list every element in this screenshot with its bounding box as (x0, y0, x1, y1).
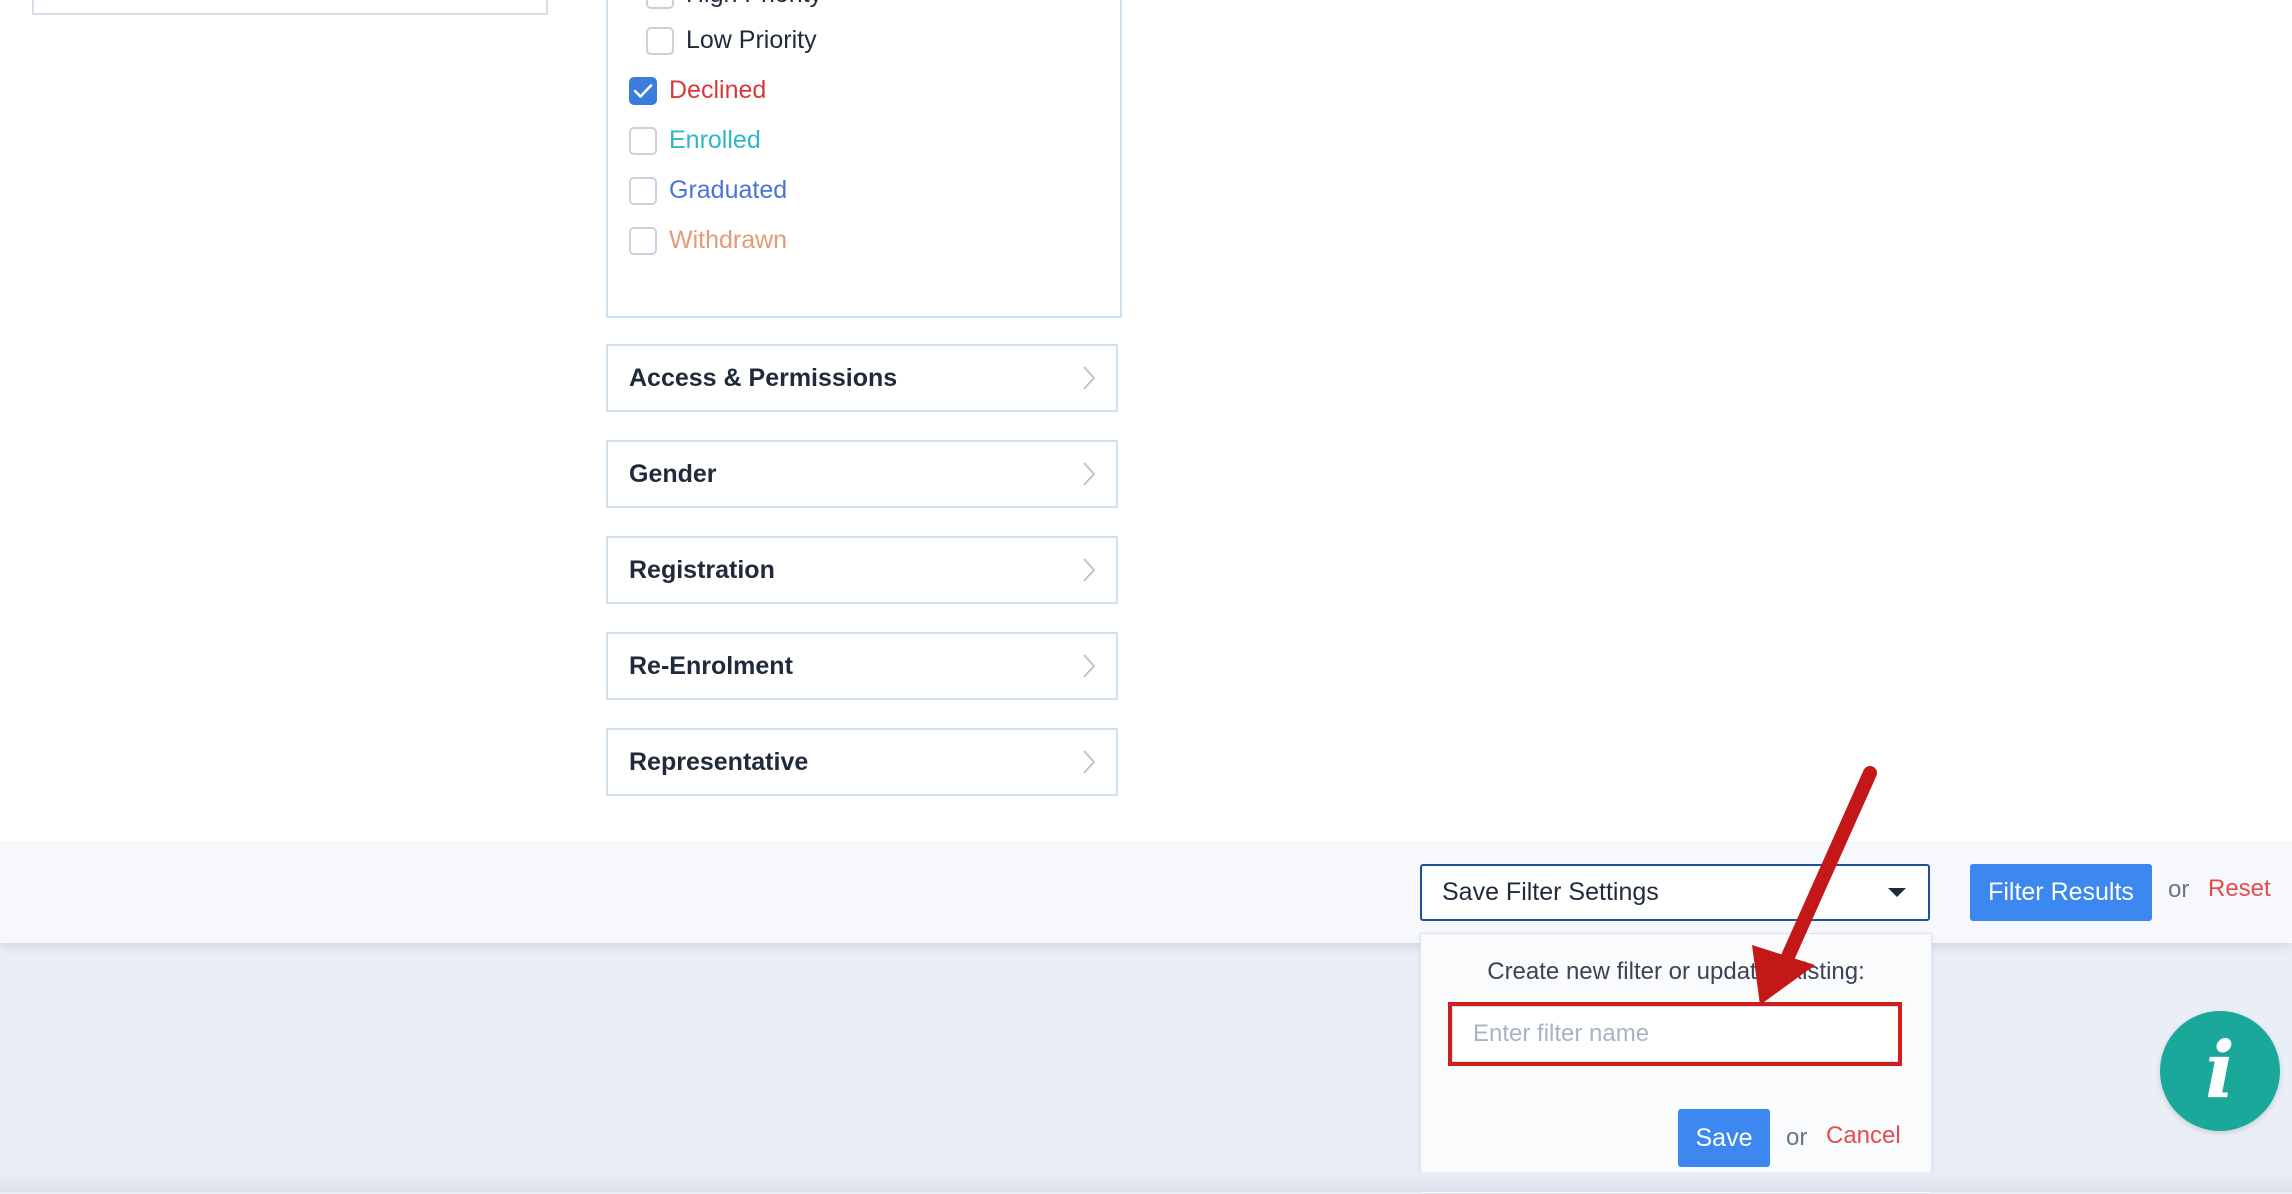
accordion-label: Re-Enrolment (629, 651, 793, 680)
info-icon: i (2205, 1025, 2235, 1116)
accordion-label: Gender (629, 459, 717, 488)
accordion-representative[interactable]: Representative (606, 728, 1118, 796)
popover-title: Create new filter or update existing: (1487, 958, 1865, 985)
checkbox[interactable] (646, 26, 674, 55)
filter-results-button[interactable]: Filter Results (1970, 864, 2152, 921)
or-text: or (1786, 1124, 1808, 1151)
checkmark-icon (633, 83, 653, 98)
checkbox[interactable] (629, 176, 657, 205)
checkbox[interactable] (646, 0, 674, 9)
chevron-right-icon (1083, 558, 1096, 582)
status-label-high-priority: High Priority (686, 0, 822, 9)
reset-link[interactable]: Reset (2208, 875, 2271, 903)
status-option-high-priority[interactable]: High Priority (646, 0, 822, 9)
save-button[interactable]: Save (1678, 1109, 1770, 1167)
or-text: or (2168, 876, 2190, 903)
filter-footer-bar (0, 841, 2292, 943)
accordion-gender[interactable]: Gender (606, 440, 1118, 508)
accordion-access-permissions[interactable]: Access & Permissions (606, 344, 1118, 412)
status-option-low-priority[interactable]: Low Priority (646, 26, 817, 55)
checkbox[interactable] (629, 226, 657, 255)
accordion-label: Registration (629, 555, 775, 584)
annotation-highlight-box (1448, 1002, 1902, 1066)
left-panel-box (32, 0, 548, 15)
status-option-enrolled[interactable]: Enrolled (629, 126, 761, 155)
save-filter-settings-dropdown[interactable]: Save Filter Settings (1420, 864, 1930, 921)
status-option-declined[interactable]: Declined (629, 76, 766, 105)
dropdown-label: Save Filter Settings (1442, 878, 1659, 906)
status-label-declined: Declined (669, 76, 767, 104)
accordion-label: Access & Permissions (629, 363, 898, 392)
chevron-right-icon (1083, 654, 1096, 678)
info-help-button[interactable]: i (2160, 1011, 2280, 1131)
chevron-right-icon (1083, 462, 1096, 486)
cancel-link[interactable]: Cancel (1826, 1122, 1901, 1150)
caret-down-icon (1888, 888, 1906, 897)
status-label-withdrawn: Withdrawn (669, 226, 788, 254)
status-label-low-priority: Low Priority (686, 26, 817, 54)
status-label-enrolled: Enrolled (669, 126, 761, 154)
status-option-withdrawn[interactable]: Withdrawn (629, 226, 787, 255)
filter-card: High Priority Low Priority Declined Enro… (0, 0, 2292, 943)
status-label-graduated: Graduated (669, 176, 788, 204)
chevron-right-icon (1083, 366, 1096, 390)
status-filter-panel: High Priority Low Priority Declined Enro… (606, 0, 1122, 318)
accordion-registration[interactable]: Registration (606, 536, 1118, 604)
bottom-shadow (0, 1172, 2292, 1192)
checkbox[interactable] (629, 126, 657, 155)
checkbox-checked[interactable] (629, 76, 657, 105)
page: High Priority Low Priority Declined Enro… (0, 0, 2292, 1194)
chevron-right-icon (1083, 750, 1096, 774)
accordion-label: Representative (629, 747, 809, 776)
status-option-graduated[interactable]: Graduated (629, 176, 787, 205)
accordion-re-enrolment[interactable]: Re-Enrolment (606, 632, 1118, 700)
